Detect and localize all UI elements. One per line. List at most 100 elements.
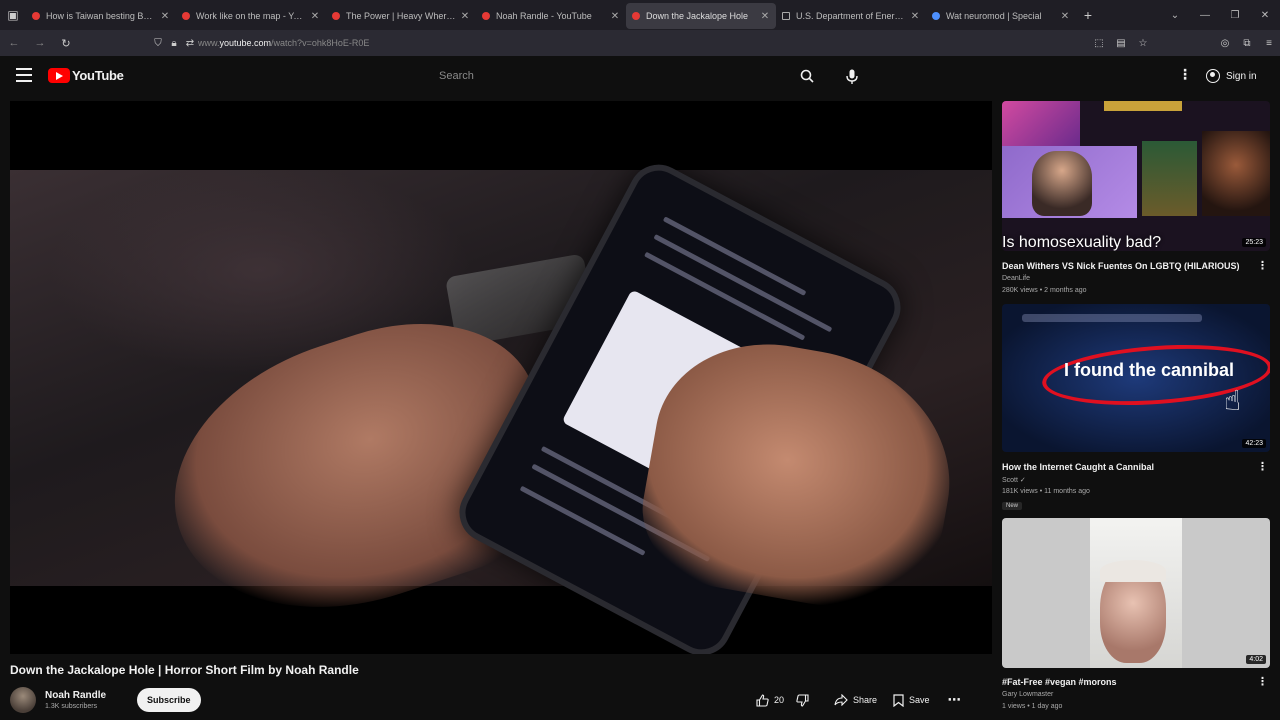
address-bar[interactable]: ⛉ 🔒︎ ⇄ www. youtube.com /watch?v=ohk8HoE… <box>150 33 1280 53</box>
related-video-title[interactable]: #Fat-Free #vegan #morons <box>1002 677 1252 687</box>
close-tab-icon[interactable]: ✕ <box>160 11 170 22</box>
url-host: youtube.com <box>219 38 272 48</box>
thumbs-up-icon <box>756 693 769 707</box>
youtube-favicon-icon <box>182 12 190 20</box>
guide-menu-icon[interactable] <box>16 68 32 82</box>
close-tab-icon[interactable]: ✕ <box>310 11 320 22</box>
permissions-icon[interactable]: ⇄ <box>182 38 198 49</box>
like-count: 20 <box>774 695 785 705</box>
related-video-meta: 181K views • 11 months ago <box>1002 488 1090 495</box>
search-input[interactable]: Search <box>428 62 788 90</box>
tab-title: Wat neuromod | Special <box>946 11 1042 21</box>
video-menu-kebab-icon[interactable]: ⋮ <box>1257 460 1268 473</box>
youtube-logo[interactable]: YouTube <box>48 68 124 83</box>
search-button[interactable] <box>790 62 824 90</box>
pointer-hand-icon: ☝ <box>1224 385 1242 416</box>
video-thumbnail[interactable]: 4:02 <box>1002 518 1270 668</box>
close-tab-icon[interactable]: ✕ <box>910 11 920 22</box>
related-video-card[interactable]: 4:02 #Fat-Free #vegan #morons ⋮ Gary Low… <box>1002 518 1270 710</box>
close-window-icon[interactable]: ✕ <box>1250 10 1280 21</box>
reader-view-icon[interactable]: ▤ <box>1110 38 1132 49</box>
close-tab-icon[interactable]: ✕ <box>610 11 620 22</box>
browser-tab[interactable]: Wat neuromod | Special ✕ <box>926 3 1076 29</box>
save-button[interactable]: Save <box>885 688 938 712</box>
browser-tab[interactable]: U.S. Department of Energy on ✕ <box>776 3 926 29</box>
related-video-title[interactable]: How the Internet Caught a Cannibal <box>1002 462 1252 472</box>
video-actions: 20 Share Save ⋯ <box>748 688 971 712</box>
like-button[interactable]: 20 <box>748 688 792 712</box>
thumbnail-caption: I found the cannibal <box>1064 360 1234 380</box>
channel-avatar[interactable] <box>10 687 36 713</box>
url-prefix: www. <box>198 38 220 48</box>
new-badge: New <box>1002 502 1023 510</box>
tab-title: The Power | Heavy Whereby stru <box>346 11 456 21</box>
related-video-card[interactable]: I found the cannibal ☝ 42:23 How the Int… <box>1002 304 1270 510</box>
bookmark-save-icon <box>893 693 904 707</box>
app-menu-icon[interactable]: ≡ <box>1258 38 1280 49</box>
related-video-card[interactable]: Is homosexuality bad? 25:23 Dean Withers… <box>1002 101 1270 294</box>
tab-title: How is Taiwan besting Beijing... <box>46 11 156 21</box>
back-arrow-icon[interactable]: ← <box>2 31 26 55</box>
restore-icon[interactable]: ❐ <box>1220 10 1250 21</box>
browser-tab[interactable]: The Power | Heavy Whereby stru ✕ <box>326 3 476 29</box>
browser-tab-bar: ▣ How is Taiwan besting Beijing... ✕ Wor… <box>0 0 1280 30</box>
doc-favicon-icon <box>782 12 790 20</box>
video-player[interactable] <box>10 101 992 654</box>
forward-arrow-icon[interactable]: → <box>28 31 52 55</box>
globe-favicon-icon <box>932 12 940 20</box>
bookmark-star-icon[interactable]: ☆ <box>1132 38 1154 49</box>
video-thumbnail[interactable]: I found the cannibal ☝ 42:23 <box>1002 304 1270 452</box>
share-label: Share <box>853 695 878 705</box>
video-frame-image <box>10 154 992 654</box>
close-tab-icon[interactable]: ✕ <box>760 11 770 22</box>
dislike-button[interactable] <box>792 688 826 712</box>
more-actions-icon[interactable]: ⋯ <box>938 688 971 712</box>
subscribe-button[interactable]: Subscribe <box>137 688 201 712</box>
tab-list-menu-icon[interactable]: ▣ <box>0 0 26 30</box>
share-button[interactable]: Share <box>826 688 885 712</box>
related-channel-name[interactable]: DeanLife <box>1002 275 1030 282</box>
lock-icon[interactable]: 🔒︎ <box>166 38 182 49</box>
new-tab-plus-icon[interactable]: + <box>1076 7 1100 23</box>
channel-info: Noah Randle 1.3K subscribers <box>45 690 125 710</box>
browser-tab[interactable]: Noah Randle - YouTube ✕ <box>476 3 626 29</box>
thumbnail-banner <box>1104 101 1182 111</box>
browser-tab[interactable]: How is Taiwan besting Beijing... ✕ <box>26 3 176 29</box>
extensions-icon[interactable]: ⧉ <box>1236 38 1258 49</box>
video-menu-kebab-icon[interactable]: ⋮ <box>1257 675 1268 688</box>
shield-icon[interactable]: ⛉ <box>150 38 166 49</box>
sign-in-button[interactable]: Sign in <box>1206 64 1257 88</box>
voice-search-button[interactable] <box>838 62 866 90</box>
reload-icon[interactable]: ↻ <box>54 31 78 55</box>
microphone-icon <box>846 69 858 84</box>
youtube-favicon-icon <box>632 12 640 20</box>
save-label: Save <box>909 695 930 705</box>
channel-name[interactable]: Noah Randle <box>45 690 125 701</box>
subscriber-count: 1.3K subscribers <box>45 703 98 710</box>
screenshot-icon[interactable]: ⬚ <box>1088 38 1110 49</box>
browser-tab-active[interactable]: Down the Jackalope Hole ✕ <box>626 3 776 29</box>
tab-title: Down the Jackalope Hole <box>646 11 749 21</box>
tab-overflow-chevron-icon[interactable]: ⌄ <box>1160 10 1190 21</box>
related-channel-name[interactable]: Gary Lowmaster <box>1002 691 1053 698</box>
logo-text: YouTube <box>72 68 124 83</box>
browser-nav-bar: ← → ↻ ⛉ 🔒︎ ⇄ www. youtube.com /watch?v=o… <box>0 30 1280 56</box>
account-icon[interactable]: ◎ <box>1214 38 1236 49</box>
related-channel-name[interactable]: Scott ✓ <box>1002 476 1026 484</box>
address-bar-actions: ⬚ ▤ ☆ ◎ ⧉ ≡ <box>1088 33 1280 53</box>
related-video-title[interactable]: Dean Withers VS Nick Fuentes On LGBTQ (H… <box>1002 261 1252 271</box>
browser-tab[interactable]: Work like on the map - YouTube ✕ <box>176 3 326 29</box>
video-menu-kebab-icon[interactable]: ⋮ <box>1257 259 1268 272</box>
close-tab-icon[interactable]: ✕ <box>1060 11 1070 22</box>
related-video-meta: 1 views • 1 day ago <box>1002 703 1063 710</box>
minimize-icon[interactable]: — <box>1190 10 1220 21</box>
thumbs-down-icon <box>796 693 809 707</box>
share-arrow-icon <box>834 694 848 706</box>
settings-kebab-icon[interactable]: ⋮ <box>1178 66 1192 86</box>
close-tab-icon[interactable]: ✕ <box>460 11 470 22</box>
video-thumbnail[interactable]: Is homosexuality bad? 25:23 <box>1002 101 1270 251</box>
youtube-masthead: YouTube Search ⋮ Sign in <box>0 56 1280 96</box>
account-circle-icon <box>1206 69 1220 83</box>
youtube-play-logo-icon <box>48 68 70 83</box>
tab-title: Noah Randle - YouTube <box>496 11 592 21</box>
